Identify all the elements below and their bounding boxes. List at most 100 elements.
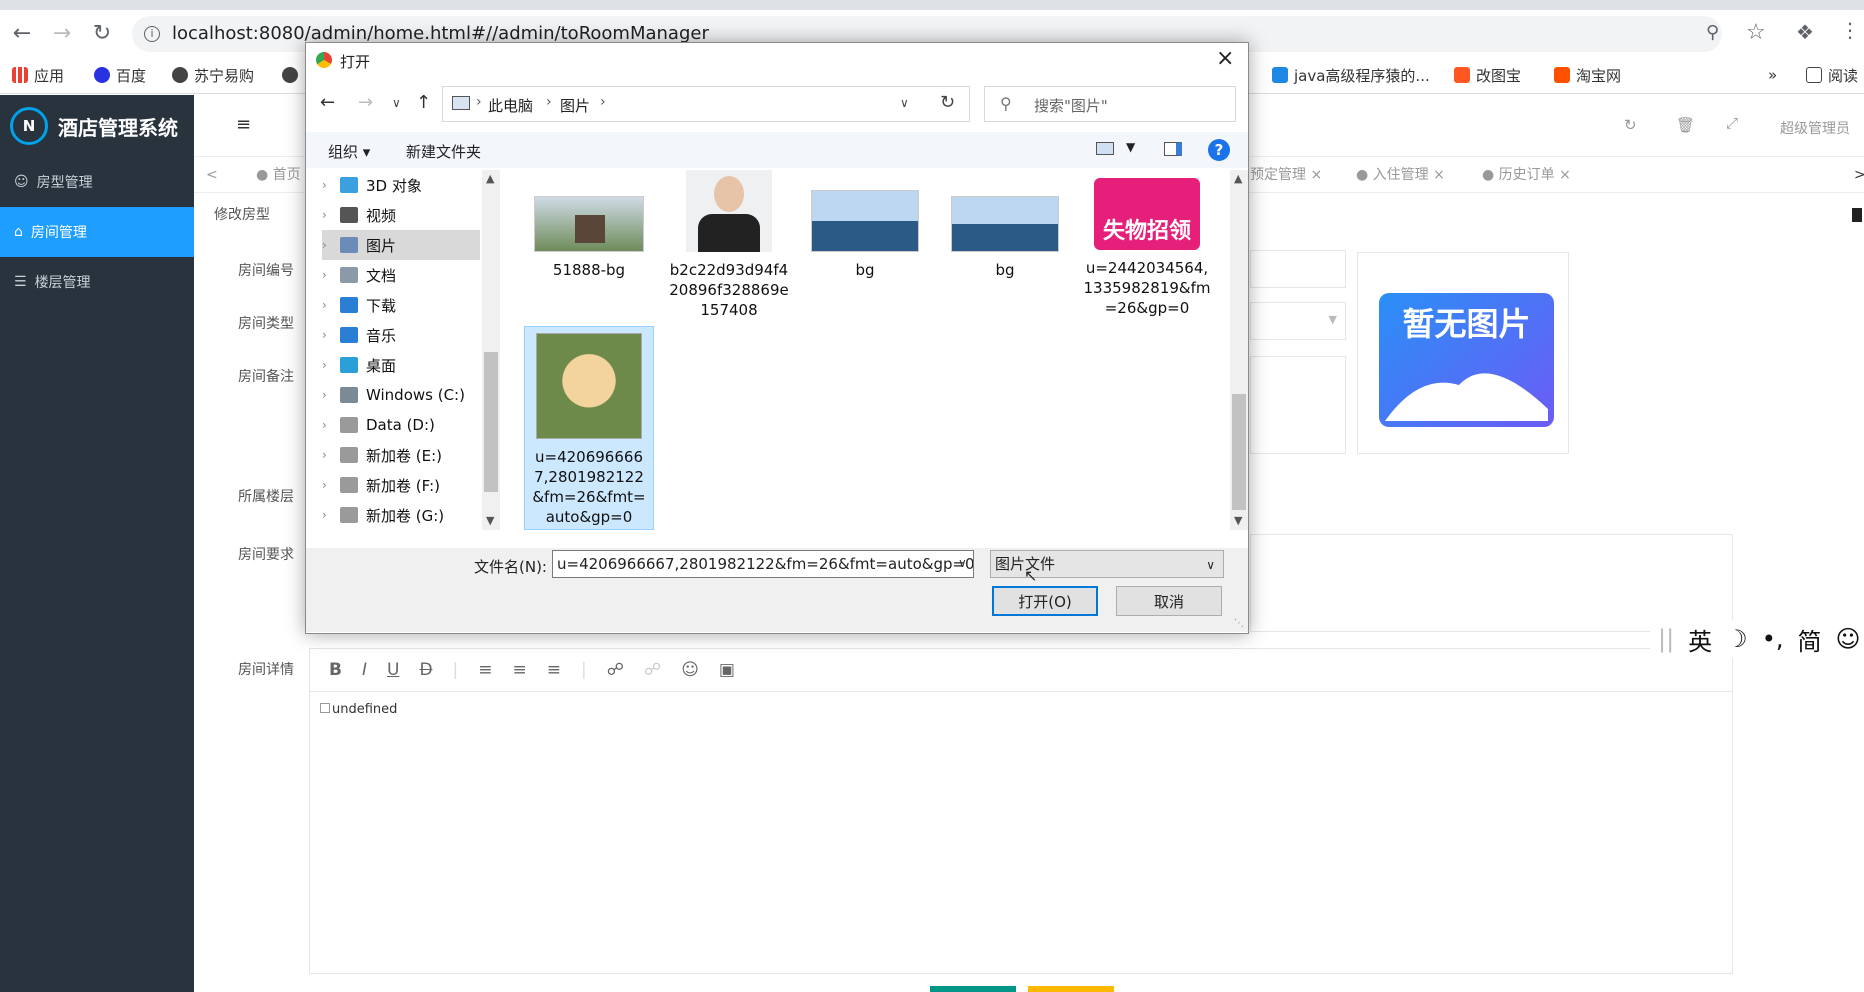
refresh-icon[interactable]: ↻ bbox=[940, 92, 955, 113]
bookmark-java[interactable]: java高级程序猿的... bbox=[1272, 56, 1430, 94]
punctuation-icon[interactable]: •, bbox=[1762, 625, 1784, 653]
preview-pane-icon[interactable] bbox=[1164, 142, 1182, 156]
expand-chevron-icon[interactable]: › bbox=[322, 388, 332, 402]
room-remark-textarea[interactable] bbox=[1250, 356, 1346, 454]
bookmark-baidu[interactable]: 百度 bbox=[94, 56, 146, 94]
sidebar-item-rooms[interactable]: ⌂ 房间管理 bbox=[0, 207, 194, 257]
strikethrough-icon[interactable]: D bbox=[419, 660, 432, 680]
close-icon[interactable]: × bbox=[1216, 46, 1234, 71]
extensions-icon[interactable]: ❖ bbox=[1796, 20, 1814, 44]
bookmark-gaitubao[interactable]: 改图宝 bbox=[1454, 56, 1521, 94]
recent-chevron-icon[interactable]: ∨ bbox=[392, 96, 401, 110]
expand-chevron-icon[interactable]: › bbox=[322, 418, 332, 432]
file-item-selected[interactable]: u=4206966667,2801982122&fm=26&fmt=auto&g… bbox=[524, 326, 654, 530]
unlink-icon[interactable]: ☍ bbox=[644, 660, 661, 680]
tree-item[interactable]: › 下载 bbox=[322, 290, 396, 320]
scroll-up-icon[interactable]: ▲ bbox=[486, 172, 494, 185]
tree-item[interactable]: › 3D 对象 bbox=[322, 170, 422, 200]
expand-chevron-icon[interactable]: › bbox=[322, 208, 332, 222]
file-grid-scroll-thumb[interactable] bbox=[1232, 394, 1246, 510]
bookmark-suning[interactable]: 苏宁易购 bbox=[172, 56, 254, 94]
ime-simplified-toggle[interactable]: 简 bbox=[1797, 622, 1821, 657]
italic-icon[interactable]: I bbox=[362, 660, 367, 680]
file-item[interactable]: bg bbox=[800, 190, 930, 280]
tab-scroll-right-icon[interactable]: > bbox=[1854, 157, 1864, 193]
scroll-up-icon[interactable]: ▲ bbox=[1234, 172, 1242, 185]
filename-dropdown-icon[interactable]: ∨ bbox=[958, 556, 967, 570]
tree-scroll-thumb[interactable] bbox=[484, 352, 498, 492]
fullscreen-icon[interactable]: ⤢ bbox=[1726, 114, 1738, 132]
link-icon[interactable]: ☍ bbox=[607, 660, 624, 680]
filename-input[interactable]: u=4206966667,2801982122&fm=26&fmt=auto&g… bbox=[552, 550, 974, 578]
scroll-down-icon[interactable]: ▼ bbox=[1234, 514, 1242, 527]
new-folder-button[interactable]: 新建文件夹 bbox=[406, 141, 481, 162]
underline-icon[interactable]: U bbox=[387, 660, 399, 680]
breadcrumb-this-pc[interactable]: 此电脑 bbox=[488, 95, 533, 116]
tree-item[interactable]: › 桌面 bbox=[322, 350, 396, 380]
info-icon[interactable]: i bbox=[144, 26, 160, 42]
close-icon[interactable]: × bbox=[1310, 167, 1322, 183]
bookmark-globe[interactable] bbox=[282, 56, 298, 94]
tree-item[interactable]: › 文档 bbox=[322, 260, 396, 290]
moon-icon[interactable]: ☽ bbox=[1726, 625, 1748, 653]
star-icon[interactable]: ☆ bbox=[1746, 20, 1766, 45]
refresh-icon[interactable]: ↻ bbox=[1624, 116, 1637, 134]
resize-grip-icon[interactable]: ⋱ bbox=[1234, 618, 1244, 629]
back-icon[interactable]: ← bbox=[4, 10, 40, 56]
view-dropdown-icon[interactable]: ▼ bbox=[1126, 140, 1135, 154]
room-type-select[interactable]: ▼ bbox=[1250, 302, 1346, 340]
tree-item[interactable]: › 新加卷 (E:) bbox=[322, 440, 442, 470]
expand-chevron-icon[interactable]: › bbox=[322, 508, 332, 522]
forward-icon[interactable]: → bbox=[44, 10, 80, 56]
tree-item[interactable]: › Data (D:) bbox=[322, 410, 435, 440]
image-icon[interactable]: ▣ bbox=[719, 660, 735, 680]
sidebar-item-room-types[interactable]: ☺ 房型管理 bbox=[0, 157, 194, 207]
bookmark-taobao[interactable]: 淘宝网 bbox=[1554, 56, 1621, 94]
ime-language-toggle[interactable]: 英 bbox=[1688, 622, 1712, 657]
editor-content[interactable]: undefined bbox=[320, 702, 397, 717]
tab-checkin[interactable]: ● 入住管理 × bbox=[1356, 157, 1445, 193]
back-icon[interactable]: ← bbox=[320, 92, 335, 113]
address-dropdown-icon[interactable]: ∨ bbox=[900, 96, 909, 110]
tree-item[interactable]: › 新加卷 (G:) bbox=[322, 500, 444, 530]
align-center-icon[interactable]: ≡ bbox=[513, 660, 527, 680]
close-icon[interactable]: × bbox=[1433, 167, 1445, 183]
tab-home[interactable]: ● 首页 bbox=[256, 157, 301, 193]
ime-drag-handle[interactable]: || bbox=[1658, 625, 1674, 653]
tree-item[interactable]: › 音乐 bbox=[322, 320, 396, 350]
expand-chevron-icon[interactable]: › bbox=[322, 448, 332, 462]
file-item[interactable]: 失物招领 u=2442034564,1335982819&fm=26&gp=0 bbox=[1082, 178, 1212, 318]
tab-reservations[interactable]: 预定管理 × bbox=[1250, 157, 1322, 193]
file-item[interactable]: bg bbox=[940, 196, 1070, 280]
align-left-icon[interactable]: ≡ bbox=[478, 660, 492, 680]
view-options-icon[interactable] bbox=[1096, 142, 1114, 155]
bookmark-reading[interactable]: 阅读 bbox=[1806, 56, 1858, 94]
tab-scroll-left-icon[interactable]: < bbox=[206, 157, 218, 193]
expand-chevron-icon[interactable]: › bbox=[322, 238, 332, 252]
bold-icon[interactable]: B bbox=[329, 660, 342, 680]
trash-icon[interactable]: 🗑 bbox=[1676, 116, 1695, 134]
rich-text-editor[interactable] bbox=[309, 648, 1733, 974]
expand-chevron-icon[interactable]: › bbox=[322, 478, 332, 492]
bookmark-apps[interactable]: 应用 bbox=[12, 56, 64, 94]
open-button[interactable]: 打开(O) bbox=[992, 586, 1098, 616]
bookmarks-more[interactable]: » bbox=[1768, 56, 1777, 94]
help-icon[interactable]: ? bbox=[1208, 139, 1230, 161]
expand-chevron-icon[interactable]: › bbox=[322, 178, 332, 192]
room-number-input[interactable] bbox=[1250, 250, 1346, 288]
organize-button[interactable]: 组织 ▾ bbox=[328, 141, 370, 162]
requirement-input[interactable] bbox=[1250, 534, 1733, 632]
file-item[interactable]: 51888-bg bbox=[524, 196, 654, 280]
align-right-icon[interactable]: ≡ bbox=[547, 660, 561, 680]
print-icon[interactable] bbox=[1852, 208, 1862, 222]
breadcrumb-pictures[interactable]: 图片 bbox=[560, 95, 590, 116]
expand-chevron-icon[interactable]: › bbox=[322, 358, 332, 372]
emoji-icon[interactable]: ☺ bbox=[681, 660, 699, 680]
scroll-down-icon[interactable]: ▼ bbox=[486, 514, 494, 527]
zoom-icon[interactable]: ⚲ bbox=[1706, 22, 1719, 43]
smiley-icon[interactable]: ☺ bbox=[1835, 625, 1860, 653]
expand-chevron-icon[interactable]: › bbox=[322, 328, 332, 342]
close-icon[interactable]: × bbox=[1559, 167, 1571, 183]
forward-icon[interactable]: → bbox=[358, 92, 373, 113]
tree-item[interactable]: › 图片 bbox=[322, 230, 480, 260]
